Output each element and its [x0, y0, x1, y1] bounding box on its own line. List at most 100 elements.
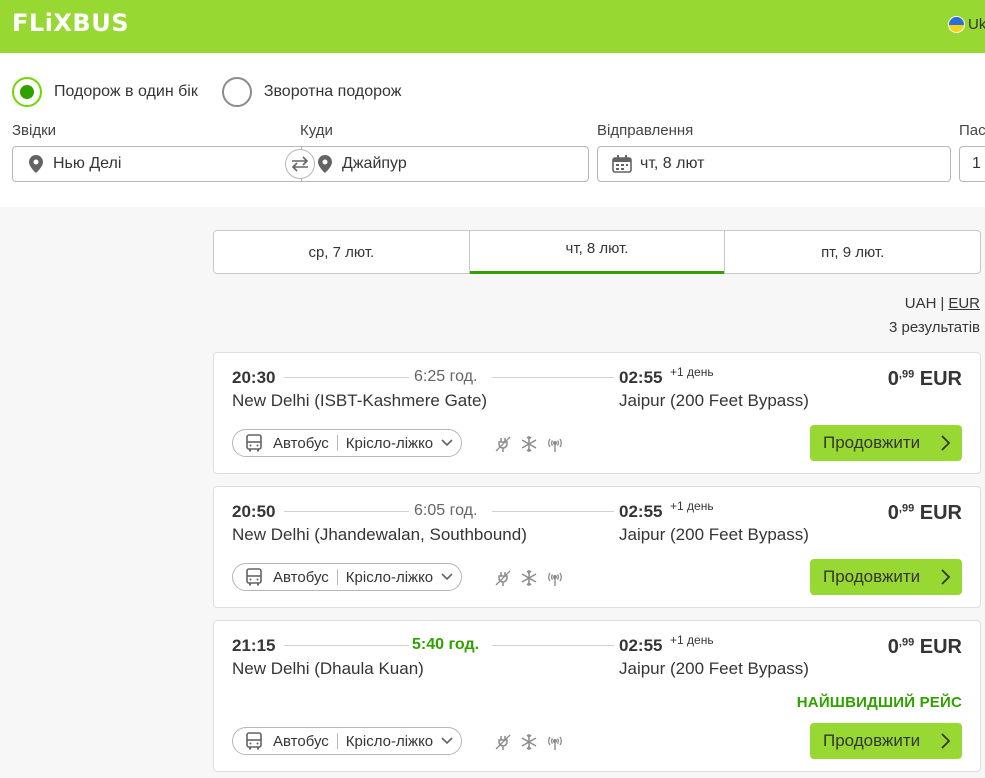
- date-tabs: ср, 7 лют. чт, 8 лют. пт, 9 лют.: [213, 230, 981, 274]
- departure-station: New Delhi (Dhaula Kuan): [232, 659, 424, 678]
- departure-value: чт, 8 лют: [640, 155, 705, 172]
- price-currency: EUR: [919, 368, 962, 390]
- bus-icon: [246, 732, 262, 750]
- continue-label: Продовжити: [823, 567, 921, 586]
- swap-icon: [291, 156, 309, 172]
- route-line: [492, 377, 614, 378]
- chevron-right-icon: [941, 435, 950, 451]
- trip-duration: 6:25 год.: [414, 368, 478, 385]
- arrival-time: 02:55: [619, 502, 663, 521]
- air-conditioning-icon: [521, 436, 537, 452]
- currency-switcher: UAH | EUR: [905, 295, 980, 312]
- vehicle-seat-dropdown[interactable]: Автобус Крісло-ліжко: [232, 727, 463, 755]
- calendar-icon: [612, 155, 632, 173]
- power-socket-icon: [495, 436, 511, 452]
- continue-button[interactable]: Продовжити: [810, 425, 962, 461]
- departure-time: 21:15: [232, 636, 276, 655]
- price-cents: ,99: [898, 368, 915, 381]
- air-conditioning-icon: [521, 570, 537, 586]
- price-cents: ,99: [898, 636, 915, 649]
- price-main: 0: [887, 368, 899, 390]
- tag-divider: [336, 569, 338, 585]
- next-day-label: +1 день: [670, 365, 714, 379]
- tag-divider: [336, 733, 338, 749]
- result-card[interactable]: 21:15 5:40 год. 02:55 +1 день New Delhi …: [213, 620, 981, 772]
- passengers-field[interactable]: 1: [959, 146, 985, 182]
- tab-selected-day[interactable]: чт, 8 лют.: [469, 231, 726, 274]
- from-label: Звідки: [12, 122, 57, 139]
- to-field[interactable]: Джайпур: [302, 147, 588, 181]
- continue-label: Продовжити: [823, 433, 921, 452]
- ukraine-flag-icon: [948, 16, 965, 33]
- round-trip-label[interactable]: Зворотна подорож: [264, 83, 402, 101]
- currency-eur[interactable]: EUR: [948, 295, 980, 312]
- departure-label: Відправлення: [597, 122, 694, 139]
- search-panel: Подорож в один бік Зворотна подорож Звід…: [0, 53, 985, 207]
- price: 0,99 EUR: [888, 636, 962, 659]
- one-way-label[interactable]: Подорож в один бік: [54, 83, 198, 101]
- from-value: Нью Делі: [53, 155, 122, 172]
- flixbus-logo[interactable]: FLiXBUS: [12, 9, 129, 37]
- route-line: [284, 645, 409, 646]
- passengers-value: 1: [972, 155, 981, 172]
- bus-icon: [246, 568, 262, 586]
- vehicle-type: Автобус: [273, 434, 329, 452]
- air-conditioning-icon: [521, 734, 537, 750]
- language-label: Uk: [968, 16, 985, 33]
- route-line: [284, 511, 409, 512]
- amenities: [494, 569, 564, 587]
- result-card[interactable]: 20:50 6:05 год. 02:55 +1 день New Delhi …: [213, 486, 981, 608]
- trip-duration: 6:05 год.: [414, 502, 478, 519]
- continue-button[interactable]: Продовжити: [810, 723, 962, 759]
- one-way-radio[interactable]: [12, 77, 42, 107]
- bus-icon: [246, 434, 262, 452]
- amenities: [494, 435, 564, 453]
- tag-divider: [336, 435, 338, 451]
- arrival-time: 02:55: [619, 368, 663, 387]
- seat-type: Крісло-ліжко: [345, 732, 434, 750]
- arrival-station: Jaipur (200 Feet Bypass): [619, 659, 809, 678]
- amenities: [494, 733, 564, 751]
- from-field[interactable]: Нью Делі: [13, 147, 301, 181]
- power-socket-icon: [495, 570, 511, 586]
- wifi-icon: [548, 438, 562, 452]
- tab-label: пт, 9 лют.: [821, 243, 885, 261]
- price-currency: EUR: [919, 502, 962, 524]
- seat-type: Крісло-ліжко: [345, 568, 434, 586]
- chevron-down-icon: [441, 439, 453, 447]
- to-value: Джайпур: [342, 155, 407, 172]
- chevron-right-icon: [941, 569, 950, 585]
- vehicle-type: Автобус: [273, 732, 329, 750]
- price: 0,99 EUR: [888, 368, 962, 391]
- result-card[interactable]: 20:30 6:25 год. 02:55 +1 день New Delhi …: [213, 352, 981, 474]
- swap-button[interactable]: [285, 149, 315, 179]
- currency-separator: |: [940, 295, 945, 312]
- arrival-station: Jaipur (200 Feet Bypass): [619, 525, 809, 544]
- chevron-right-icon: [941, 733, 950, 749]
- seat-type: Крісло-ліжко: [345, 434, 434, 452]
- wifi-icon: [548, 572, 562, 586]
- power-socket-icon: [495, 734, 511, 750]
- price-main: 0: [887, 636, 899, 658]
- results-count: 3 результатів: [888, 319, 980, 336]
- departure-time: 20:50: [232, 502, 276, 521]
- currency-uah[interactable]: UAH: [905, 295, 937, 312]
- chevron-down-icon: [441, 573, 453, 581]
- next-day-label: +1 день: [670, 633, 714, 647]
- language-selector[interactable]: Uk: [948, 16, 985, 33]
- price-cents: ,99: [898, 502, 915, 515]
- route-line: [492, 645, 614, 646]
- vehicle-seat-dropdown[interactable]: Автобус Крісло-ліжко: [232, 563, 463, 591]
- tab-label: чт, 8 лют.: [565, 239, 629, 257]
- continue-button[interactable]: Продовжити: [810, 559, 962, 595]
- tab-next-day[interactable]: пт, 9 лют.: [725, 231, 980, 273]
- price-main: 0: [887, 502, 899, 524]
- to-label: Куди: [300, 122, 333, 139]
- round-trip-radio[interactable]: [221, 77, 252, 107]
- tab-prev-day[interactable]: ср, 7 лют.: [214, 231, 470, 273]
- departure-field[interactable]: чт, 8 лют: [597, 146, 951, 182]
- continue-label: Продовжити: [823, 731, 921, 750]
- price-currency: EUR: [919, 636, 962, 658]
- trip-type-selector: Подорож в один бік Зворотна подорож: [12, 77, 425, 107]
- vehicle-seat-dropdown[interactable]: Автобус Крісло-ліжко: [232, 429, 463, 457]
